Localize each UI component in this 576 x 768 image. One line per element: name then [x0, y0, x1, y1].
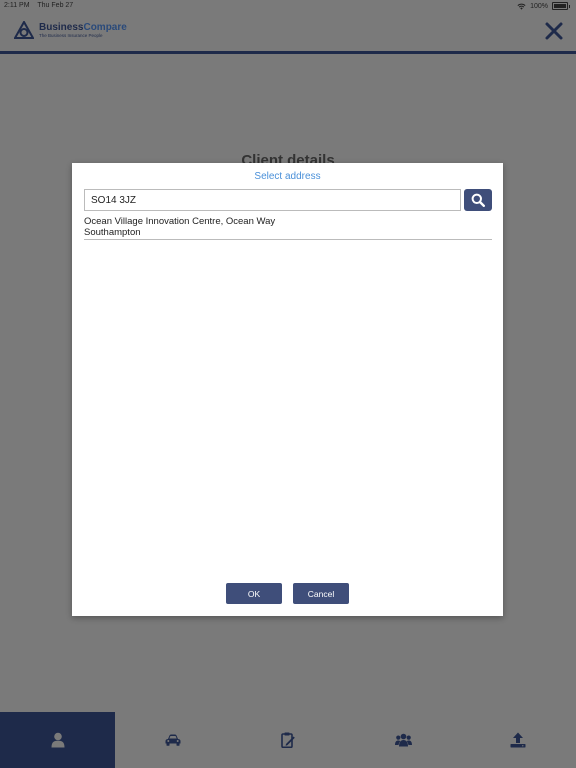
tab-policy[interactable] — [230, 712, 345, 768]
brand-name-part2: Compare — [83, 21, 127, 33]
postcode-search-input[interactable] — [84, 189, 461, 211]
tab-vehicle[interactable] — [115, 712, 230, 768]
status-bar: 2:11 PM Thu Feb 27 100% — [0, 0, 576, 12]
car-icon — [165, 734, 181, 746]
upload-icon — [510, 732, 526, 748]
close-icon — [545, 22, 563, 40]
cancel-button[interactable]: Cancel — [293, 583, 349, 604]
battery-percent: 100% — [530, 2, 548, 10]
search-button[interactable] — [464, 189, 492, 211]
close-button[interactable] — [544, 20, 564, 42]
select-address-dialog: Select address Ocean Village Innovation … — [72, 163, 503, 616]
person-icon — [51, 732, 65, 748]
address-line1: Ocean Village Innovation Centre, Ocean W… — [84, 216, 276, 227]
brand-name-part1: Business — [39, 21, 84, 33]
address-result-item[interactable]: Ocean Village Innovation Centre, Ocean W… — [84, 216, 492, 240]
tab-upload[interactable] — [461, 712, 576, 768]
search-icon — [471, 193, 485, 207]
brand-tagline: The Business Insurance People — [39, 32, 103, 38]
group-icon — [394, 733, 412, 747]
clipboard-edit-icon — [281, 732, 295, 748]
status-date: Thu Feb 27 — [37, 2, 74, 9]
address-line2: Southampton — [84, 227, 141, 238]
logo-mark-icon — [14, 21, 34, 39]
bottom-tab-bar — [0, 712, 576, 768]
ok-button[interactable]: OK — [226, 583, 282, 604]
app-header: BusinessCompare The Business Insurance P… — [0, 12, 576, 54]
tab-client[interactable] — [0, 712, 116, 768]
status-time: 2:11 PM — [4, 2, 30, 9]
battery-icon — [552, 2, 568, 10]
tab-people[interactable] — [346, 712, 461, 768]
wifi-icon — [517, 3, 526, 10]
dialog-title: Select address — [254, 171, 321, 182]
brand-logo: BusinessCompare The Business Insurance P… — [14, 21, 127, 39]
